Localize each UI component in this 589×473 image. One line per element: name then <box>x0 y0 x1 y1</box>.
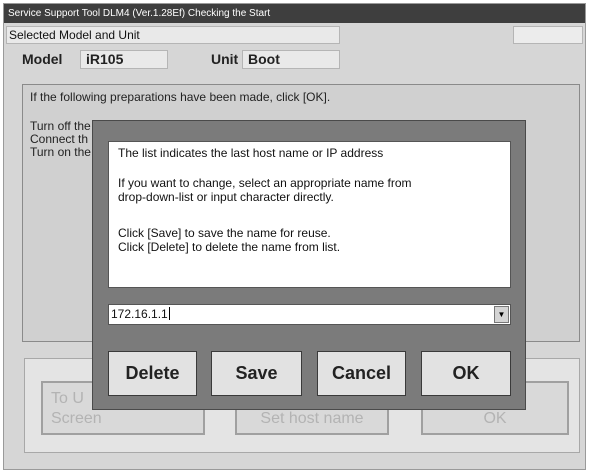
host-name-dialog: The list indicates the last host name or… <box>92 120 526 410</box>
message-line-1: The list indicates the last host name or… <box>118 146 384 160</box>
unit-label: Unit <box>211 51 239 67</box>
save-button[interactable]: Save <box>211 351 302 396</box>
instruction-text: If the following preparations have been … <box>30 90 331 104</box>
selected-model-label: Selected Model and Unit <box>6 26 340 44</box>
cancel-button[interactable]: Cancel <box>317 351 406 396</box>
host-name-combobox[interactable]: 172.16.1.1 ▼ <box>108 304 511 325</box>
dialog-message: The list indicates the last host name or… <box>108 141 511 288</box>
status-field <box>513 26 583 44</box>
dropdown-arrow-icon[interactable]: ▼ <box>494 306 509 323</box>
message-line-5: Click [Delete] to delete the name from l… <box>118 240 341 254</box>
ok-button[interactable]: OK <box>421 351 511 396</box>
delete-button[interactable]: Delete <box>108 351 197 396</box>
message-line-4: Click [Save] to save the name for reuse. <box>118 226 331 240</box>
model-value: iR105 <box>80 50 168 69</box>
step-turn-on: Turn on the <box>30 145 91 159</box>
message-line-2: If you want to change, select an appropr… <box>118 176 412 190</box>
unit-value: Boot <box>242 50 340 69</box>
selected-model-row: Selected Model and Unit <box>4 26 585 44</box>
step-connect: Connect th <box>30 132 89 146</box>
text-caret <box>168 307 170 320</box>
to-upper-screen-label-line2: Screen <box>51 410 102 427</box>
window-title: Service Support Tool DLM4 (Ver.1.28Ef) C… <box>4 4 585 23</box>
model-unit-row: Model iR105 Unit Boot <box>4 48 585 70</box>
host-name-value: 172.16.1.1 <box>111 307 168 321</box>
main-window: Service Support Tool DLM4 (Ver.1.28Ef) C… <box>3 3 586 470</box>
step-turn-off: Turn off the <box>30 119 91 133</box>
model-label: Model <box>22 51 63 67</box>
message-line-3: drop-down-list or input character direct… <box>118 190 334 204</box>
